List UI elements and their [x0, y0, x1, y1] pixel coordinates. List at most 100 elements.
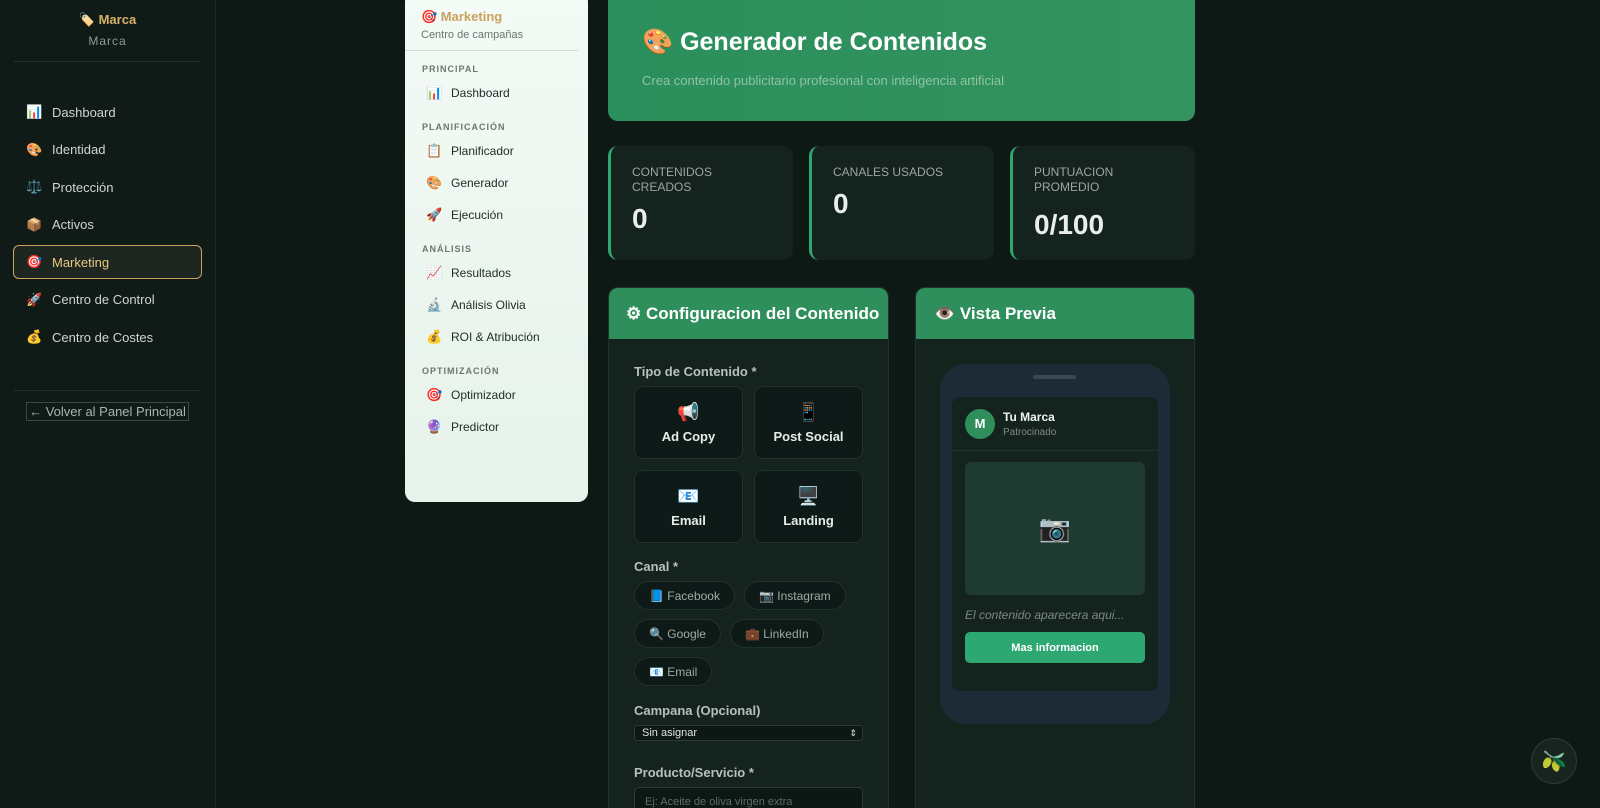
submenu-item-label: Generador	[451, 176, 509, 190]
post-brand-name: Tu Marca	[1003, 409, 1055, 424]
type-email-button[interactable]: 📧 Email	[634, 470, 743, 543]
sidebar-item-marketing[interactable]: 🎯 Marketing	[13, 245, 202, 279]
email-icon: 📧	[677, 485, 700, 506]
desktop-icon: 🖥️	[797, 485, 820, 506]
sidebar-item-proteccion[interactable]: ⚖️ Protección	[13, 170, 202, 204]
sidebar-item-label: Centro de Control	[52, 292, 155, 307]
submenu-item-planificador[interactable]: 📋 Planificador	[405, 135, 588, 167]
marketing-submenu: 🎯 Marketing Centro de campañas PRINCIPAL…	[405, 0, 588, 502]
brand-header: 🏷️ Marca Marca	[14, 0, 201, 62]
camera-icon: 📷	[1038, 513, 1072, 543]
submenu-section-analisis: ANÁLISIS	[422, 244, 473, 254]
sidebar-item-centro-costes[interactable]: 💰 Centro de Costes	[13, 320, 202, 354]
campaign-select-value: Sin asignar	[642, 727, 698, 739]
submenu-item-predictor[interactable]: 🔮 Predictor	[405, 411, 588, 443]
content-type-label: Tipo de Contenido *	[634, 364, 757, 379]
sidebar-item-label: Identidad	[52, 142, 106, 157]
stat-value: 0	[632, 203, 648, 234]
sidebar-item-label: Centro de Costes	[52, 329, 154, 345]
type-landing-button[interactable]: 🖥️ Landing	[754, 470, 863, 543]
chevron-updown-icon: ⇕	[849, 727, 857, 738]
submenu-section-principal: PRINCIPAL	[422, 64, 479, 74]
campaign-label: Campana (Opcional)	[634, 703, 761, 718]
channel-chip-facebook[interactable]: 📘 Facebook	[634, 581, 735, 610]
type-label: Post Social	[773, 428, 844, 444]
sidebar-item-label: Protección	[52, 179, 114, 195]
submenu-item-label: Predictor	[451, 420, 500, 434]
config-panel-header: ⚙ Configuracion del Contenido	[609, 288, 888, 339]
crystal-ball-icon: 🔮	[426, 419, 443, 434]
preview-panel-header: 👁️ Vista Previa	[916, 288, 1194, 339]
rocket-icon: 🚀	[26, 291, 43, 307]
stat-label: CANALES USADOS	[833, 165, 944, 179]
channel-chip-google[interactable]: 🔍 Google	[634, 619, 721, 648]
type-label: Ad Copy	[661, 428, 716, 444]
submenu-item-dashboard[interactable]: 📊 Dashboard	[405, 77, 588, 109]
type-post-social-button[interactable]: 📱 Post Social	[754, 386, 863, 459]
palette-icon: 🎨	[26, 141, 43, 157]
submenu-item-roi-atribucion[interactable]: 💰 ROI & Atribución	[405, 321, 588, 353]
submenu-item-generador[interactable]: 🎨 Generador	[405, 167, 588, 199]
type-label: Email	[671, 512, 706, 528]
assistant-fab-button[interactable]: 🫒	[1531, 738, 1577, 784]
sidebar-item-label: Activos	[52, 217, 94, 232]
target-icon: 🎯	[26, 254, 43, 269]
stat-value: 0	[833, 188, 849, 219]
sidebar-item-activos[interactable]: 📦 Activos	[13, 208, 202, 242]
sidebar-item-identidad[interactable]: 🎨 Identidad	[13, 133, 202, 167]
stat-card-puntuacion: PUNTUACION PROMEDIO 0/100	[1010, 146, 1195, 260]
submenu-item-label: Análisis Olivia	[451, 298, 526, 312]
post-placeholder-text: El contenido aparecera aqui...	[965, 608, 1125, 622]
submenu-item-ejecucion[interactable]: 🚀 Ejecución	[405, 199, 588, 231]
olive-icon: 🫒	[1541, 750, 1567, 773]
package-icon: 📦	[26, 216, 43, 232]
sidebar-item-dashboard[interactable]: 📊 Dashboard	[13, 95, 202, 129]
preview-panel: 👁️ Vista Previa M Tu Marca Patrocinado 📷…	[915, 287, 1195, 808]
post-image-placeholder: 📷	[965, 462, 1145, 595]
product-input[interactable]: Ej: Aceite de oliva virgen extra	[634, 787, 863, 808]
megaphone-icon: 📢	[677, 401, 700, 422]
stat-label: CONTENIDOS CREADOS	[632, 165, 713, 194]
type-label: Landing	[783, 512, 834, 528]
sidebar-item-label: Dashboard	[52, 104, 116, 120]
submenu-item-optimizador[interactable]: 🎯 Optimizador	[405, 379, 588, 411]
microscope-icon: 🔬	[426, 297, 443, 312]
stat-label: PUNTUACION PROMEDIO	[1034, 165, 1114, 194]
config-panel: ⚙ Configuracion del Contenido Tipo de Co…	[608, 287, 889, 808]
clipboard-icon: 📋	[426, 143, 443, 158]
submenu-item-label: Ejecución	[451, 208, 504, 222]
submenu-item-label: Planificador	[451, 144, 514, 158]
post-cta-button[interactable]: Mas informacion	[965, 632, 1145, 663]
palette-icon: 🎨	[426, 175, 443, 190]
trend-up-icon: 📈	[426, 265, 443, 280]
target-icon: 🎯	[426, 387, 443, 402]
channel-chip-linkedin[interactable]: 💼 LinkedIn	[729, 619, 824, 648]
submenu-header: 🎯 Marketing Centro de campañas	[405, 0, 578, 51]
back-to-main-panel-link[interactable]: ← Volver al Panel Principal	[0, 402, 215, 421]
left-sidebar: 🏷️ Marca Marca 📊 Dashboard 🎨 Identidad ⚖…	[0, 0, 216, 808]
channel-chip-instagram[interactable]: 📷 Instagram	[743, 581, 846, 610]
submenu-section-planificacion: PLANIFICACIÓN	[422, 122, 506, 132]
sidebar-item-centro-control[interactable]: 🚀 Centro de Control	[13, 283, 202, 317]
brand-subtitle: Marca	[88, 34, 127, 48]
type-ad-copy-button[interactable]: 📢 Ad Copy	[634, 386, 743, 459]
submenu-item-label: Optimizador	[451, 388, 516, 402]
rocket-icon: 🚀	[426, 207, 443, 222]
mobile-phone-icon: 📱	[797, 401, 820, 422]
submenu-section-optimizacion: OPTIMIZACIÓN	[422, 366, 500, 376]
sidebar-divider	[14, 390, 201, 391]
avatar: M	[965, 408, 995, 439]
submenu-item-label: Resultados	[451, 266, 512, 280]
stat-value: 0/100	[1034, 209, 1105, 240]
submenu-item-analisis-olivia[interactable]: 🔬 Análisis Olivia	[405, 289, 588, 321]
phone-screen: M Tu Marca Patrocinado 📷 El contenido ap…	[952, 397, 1158, 691]
product-label: Producto/Servicio *	[634, 765, 754, 780]
campaign-select[interactable]: Sin asignar ⇕	[634, 725, 863, 741]
channel-chip-email[interactable]: 📧 Email	[634, 657, 713, 686]
stat-card-canales: CANALES USADOS 0	[809, 146, 994, 260]
sidebar-nav: 📊 Dashboard 🎨 Identidad ⚖️ Protección 📦 …	[0, 95, 215, 354]
submenu-item-resultados[interactable]: 📈 Resultados	[405, 257, 588, 289]
page-title: 🎨 Generador de Contenidos	[642, 28, 988, 56]
hero-banner: 🎨 Generador de Contenidos Crea contenido…	[608, 0, 1195, 121]
back-link-label: ← Volver al Panel Principal	[26, 402, 189, 421]
